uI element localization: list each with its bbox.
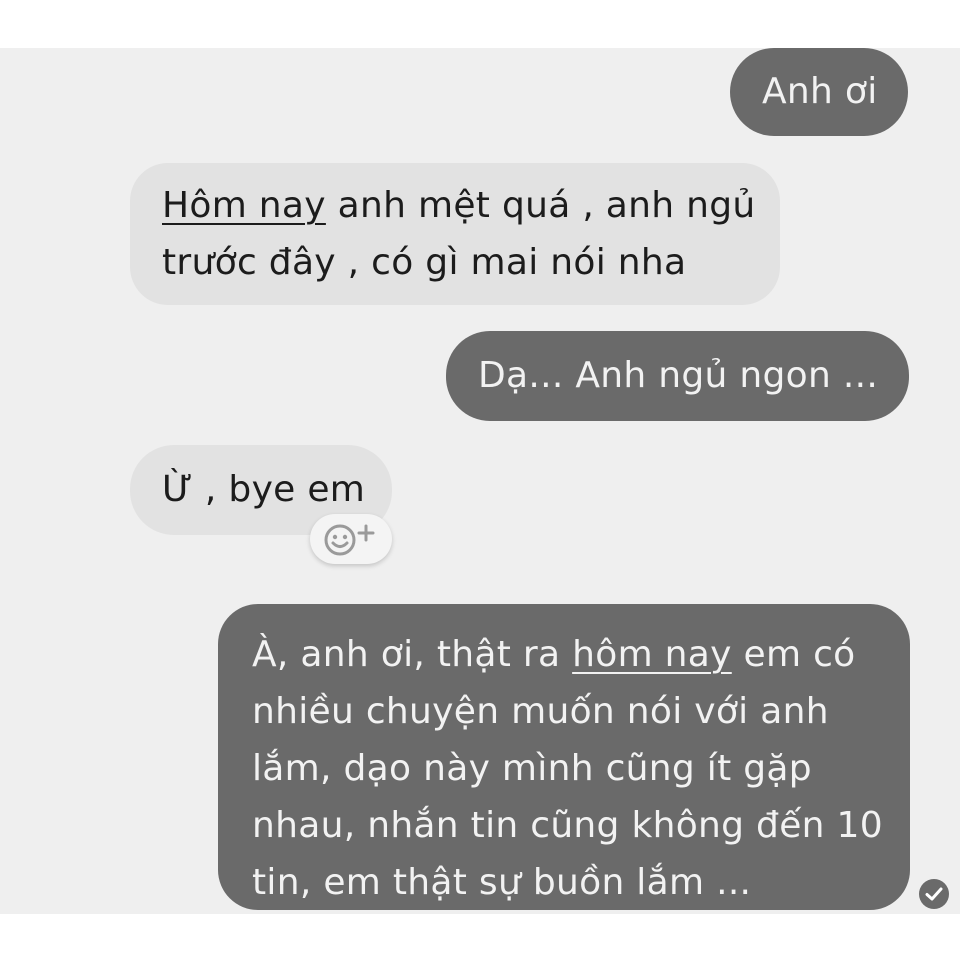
message-line: nhau, nhắn tin cũng không đến 10 (252, 805, 883, 846)
message-text: Anh ơi (762, 71, 878, 112)
add-reaction-button[interactable] (310, 514, 392, 564)
message-line: trước đây , có gì mai nói nha (162, 242, 687, 283)
message-text: À, anh ơi, thật ra (252, 634, 573, 675)
message-text: em có (731, 634, 856, 675)
chat-thread: Anh ơi Hôm nay anh mệt quá , anh ngủ trư… (0, 48, 960, 914)
message-text: Ừ , bye em (162, 469, 366, 510)
smiley-plus-icon (324, 524, 375, 556)
message-line: tin, em thật sự buồn lắm ... (252, 862, 752, 903)
underlined-text: Hôm nay (162, 185, 326, 226)
message-text: Dạ... Anh ngủ ngon ... (478, 355, 879, 396)
message-bubble-outgoing[interactable]: À, anh ơi, thật ra hôm nay em có nhiều c… (218, 604, 910, 910)
message-bubble-outgoing[interactable]: Anh ơi (730, 48, 908, 136)
underlined-text: hôm nay (572, 634, 732, 675)
message-bubble-incoming[interactable]: Hôm nay anh mệt quá , anh ngủ trước đây … (130, 163, 780, 305)
message-bubble-outgoing[interactable]: Dạ... Anh ngủ ngon ... (446, 331, 909, 421)
message-line: À, anh ơi, thật ra hôm nay em có (252, 626, 910, 683)
message-line: Hôm nay anh mệt quá , anh ngủ (162, 177, 780, 234)
check-circle-icon (919, 879, 949, 909)
message-line: nhiều chuyện muốn nói với anh (252, 691, 829, 732)
message-text: anh mệt quá , anh ngủ (325, 185, 756, 226)
message-line: lắm, dạo này mình cũng ít gặp (252, 748, 812, 789)
